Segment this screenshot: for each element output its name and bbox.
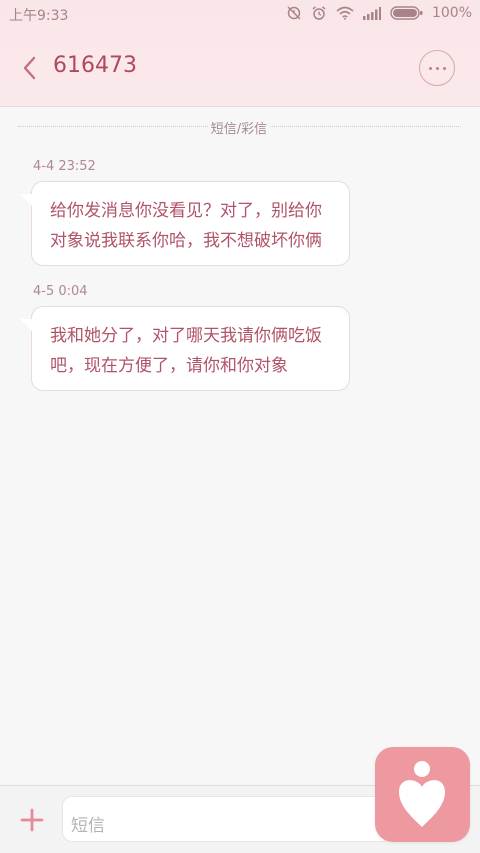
message-text-line: 对象说我联系你哈，我不想破坏你俩	[50, 231, 322, 251]
message-text-line: 给你发消息你没看见？对了，别给你	[50, 201, 322, 221]
status-time: 上午9:33	[9, 8, 69, 24]
signal-icon	[362, 6, 381, 20]
top-bar: 上午9:33 100% 616473	[0, 0, 480, 107]
alarm-off-icon	[287, 6, 301, 20]
more-dots-icon	[429, 67, 446, 70]
message-bubble[interactable]: 给你发消息你没看见？对了，别给你 对象说我联系你哈，我不想破坏你俩	[20, 181, 350, 266]
more-options-button[interactable]	[419, 50, 455, 86]
add-attachment-button[interactable]	[20, 808, 44, 832]
channel-label: 短信/彩信	[210, 122, 268, 137]
message-input[interactable]: 短信	[62, 796, 392, 842]
message-input-placeholder: 短信	[71, 816, 105, 836]
divider-left-line	[18, 126, 208, 127]
back-button[interactable]	[18, 54, 40, 82]
message-bubble[interactable]: 我和她分了，对了哪天我请你俩吃饭 吧，现在方便了，请你和你对象	[20, 306, 350, 391]
status-bar: 上午9:33 100%	[0, 0, 480, 28]
channel-divider: 短信/彩信	[18, 118, 461, 137]
status-icons: 100%	[286, 5, 472, 21]
battery-icon	[390, 6, 423, 20]
sms-conversation-screen: 上午9:33 100% 616473 短信/彩信 4-4 23:52 给你发消息…	[0, 0, 480, 853]
message-timestamp: 4-5 0:04	[33, 284, 88, 299]
wifi-icon	[336, 6, 354, 20]
heart-person-icon	[399, 761, 445, 827]
floating-app-button[interactable]	[375, 747, 470, 842]
alarm-clock-icon	[312, 6, 326, 20]
contact-title: 616473	[53, 53, 137, 78]
divider-right-line	[270, 126, 461, 127]
message-timestamp: 4-4 23:52	[33, 159, 96, 174]
message-text-line: 吧，现在方便了，请你和你对象	[50, 356, 288, 376]
message-text-line: 我和她分了，对了哪天我请你俩吃饭	[50, 326, 322, 346]
battery-percent: 100%	[431, 5, 472, 21]
